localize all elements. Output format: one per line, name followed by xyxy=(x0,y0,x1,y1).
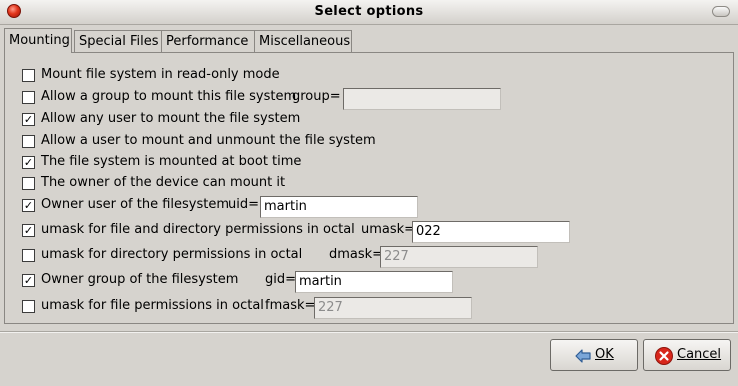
uid-param-label: uid= xyxy=(228,197,259,212)
cancel-label: Cancel xyxy=(677,347,722,362)
cancel-button[interactable]: Cancel xyxy=(643,339,731,371)
any-user-checkbox[interactable]: ✓ xyxy=(22,113,35,126)
option-owner-user: ✓ Owner user of the filesystem uid= mart… xyxy=(22,196,622,220)
option-dmask: umask for directory permissions in octal… xyxy=(22,246,622,270)
read-only-label: Mount file system in read-only mode xyxy=(41,67,280,82)
group-mount-checkbox[interactable] xyxy=(22,91,35,104)
option-read-only: Mount file system in read-only mode xyxy=(22,66,622,86)
dmask-field[interactable]: 227 xyxy=(380,246,538,268)
owner-user-checkbox[interactable]: ✓ xyxy=(22,199,35,212)
tab-mounting[interactable]: Mounting xyxy=(4,28,72,53)
fmask-field[interactable]: 227 xyxy=(314,297,472,319)
device-owner-checkbox[interactable] xyxy=(22,177,35,190)
ok-label: OK xyxy=(595,347,614,362)
owner-user-label: Owner user of the filesystem xyxy=(41,197,229,212)
option-any-user: ✓ Allow any user to mount the file syste… xyxy=(22,110,622,130)
group-field[interactable] xyxy=(343,88,501,110)
dmask-param-label: dmask= xyxy=(329,247,384,262)
dmask-label: umask for directory permissions in octal xyxy=(41,247,303,262)
owner-group-checkbox[interactable]: ✓ xyxy=(22,274,35,287)
option-owner-group: ✓ Owner group of the filesystem gid= mar… xyxy=(22,271,622,295)
umask-param-label: umask= xyxy=(361,222,416,237)
option-boot-time: ✓ The file system is mounted at boot tim… xyxy=(22,153,622,173)
tab-special-files[interactable]: Special Files xyxy=(74,30,162,52)
owner-group-label: Owner group of the filesystem xyxy=(41,272,239,287)
option-fmask: umask for file permissions in octal fmas… xyxy=(22,297,622,321)
window-title: Select options xyxy=(314,4,424,19)
read-only-checkbox[interactable] xyxy=(22,69,35,82)
uid-field[interactable]: martin xyxy=(260,196,418,218)
any-user-label: Allow any user to mount the file system xyxy=(41,111,301,126)
button-separator xyxy=(0,331,738,333)
umask-field[interactable]: 022 xyxy=(412,221,570,243)
title-bar: Select options xyxy=(0,0,738,25)
option-user-mount-unmount: Allow a user to mount and unmount the fi… xyxy=(22,132,622,152)
dmask-checkbox[interactable] xyxy=(22,249,35,262)
umask-label: umask for file and directory permissions… xyxy=(41,222,355,237)
option-group-mount: Allow a group to mount this file system … xyxy=(22,88,622,110)
fmask-label: umask for file permissions in octal xyxy=(41,298,264,313)
group-param-label: group= xyxy=(292,89,341,104)
tab-performance[interactable]: Performance xyxy=(161,30,255,52)
boot-time-label: The file system is mounted at boot time xyxy=(41,154,302,169)
back-arrow-icon xyxy=(573,346,593,366)
user-mount-unmount-label: Allow a user to mount and unmount the fi… xyxy=(41,133,376,148)
tab-miscellaneous[interactable]: Miscellaneous xyxy=(254,30,352,52)
device-owner-label: The owner of the device can mount it xyxy=(41,175,286,190)
umask-checkbox[interactable]: ✓ xyxy=(22,224,35,237)
fmask-param-label: fmask= xyxy=(265,298,316,313)
user-mount-unmount-checkbox[interactable] xyxy=(22,135,35,148)
option-umask: ✓ umask for file and directory permissio… xyxy=(22,221,622,245)
gid-field[interactable]: martin xyxy=(295,271,453,293)
cancel-icon xyxy=(654,346,674,366)
mounting-panel: Mount file system in read-only mode Allo… xyxy=(4,52,734,324)
boot-time-checkbox[interactable]: ✓ xyxy=(22,156,35,169)
fmask-checkbox[interactable] xyxy=(22,300,35,313)
gid-param-label: gid= xyxy=(265,272,297,287)
maximize-window-icon[interactable] xyxy=(712,6,730,17)
option-device-owner: The owner of the device can mount it xyxy=(22,174,622,194)
group-mount-label: Allow a group to mount this file system xyxy=(41,89,297,104)
ok-button[interactable]: OK xyxy=(550,339,638,371)
